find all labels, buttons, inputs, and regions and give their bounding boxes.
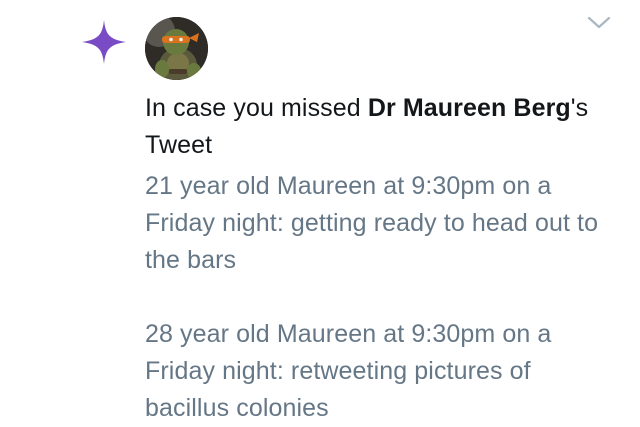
- chevron-down-icon[interactable]: [586, 14, 612, 32]
- headline-prefix: In case you missed: [145, 94, 368, 122]
- avatar[interactable]: [145, 17, 208, 80]
- notification-headline: In case you missed Dr Maureen Berg's Twe…: [145, 90, 615, 164]
- tweet-text: 21 year old Maureen at 9:30pm on a Frida…: [145, 172, 599, 422]
- notification-item[interactable]: In case you missed Dr Maureen Berg's Twe…: [0, 0, 640, 424]
- author-name[interactable]: Dr Maureen Berg: [368, 94, 571, 122]
- sparkle-icon: [80, 18, 128, 66]
